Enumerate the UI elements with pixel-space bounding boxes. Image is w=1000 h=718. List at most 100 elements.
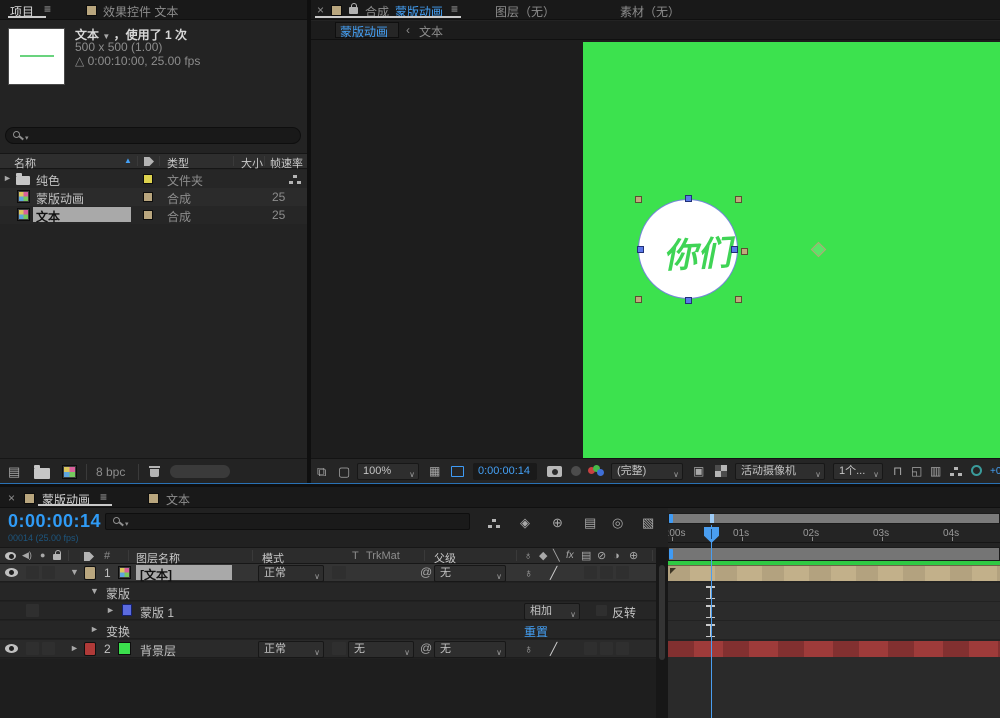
column-fps[interactable]: 帧速率 — [270, 155, 303, 171]
pickwhip-icon[interactable]: @ — [420, 642, 432, 654]
exposure-aperture-icon[interactable] — [971, 465, 982, 476]
column-size[interactable]: 大小 — [241, 155, 263, 171]
flowchart-icon[interactable] — [950, 467, 962, 477]
close-icon[interactable]: × — [8, 491, 15, 505]
bit-depth-button[interactable]: 8 bpc — [96, 465, 125, 479]
selection-handle[interactable] — [741, 248, 748, 255]
trkmat-box[interactable] — [332, 566, 346, 579]
switch-box[interactable] — [584, 566, 597, 579]
label-color-swatch[interactable] — [143, 174, 153, 184]
crumb-layer[interactable]: 文本 — [419, 23, 443, 40]
view-layout-dropdown[interactable]: 1个... ∨ — [833, 463, 883, 480]
switch-box[interactable] — [616, 642, 629, 655]
exposure-reset-icon[interactable]: ◱ — [911, 465, 922, 477]
mask-color-swatch[interactable] — [122, 604, 132, 616]
frame-blending-icon[interactable]: ▤ — [584, 516, 596, 529]
masks-group-label[interactable]: 蒙版 — [106, 585, 130, 602]
transparency-grid-icon[interactable] — [715, 465, 727, 477]
timeline-search-input[interactable]: ▾ — [105, 513, 470, 530]
row-name[interactable]: 纯色 — [36, 172, 60, 189]
label-color-swatch[interactable] — [143, 192, 153, 202]
column-name[interactable]: 名称 — [14, 155, 36, 171]
twirl-right-icon[interactable]: ► — [70, 644, 79, 653]
trkmat-box[interactable] — [332, 642, 346, 655]
playhead-line[interactable] — [711, 525, 712, 718]
shy-switch[interactable]: ♁ — [524, 643, 533, 655]
mask-vertex-handle[interactable] — [685, 195, 692, 202]
quality-switch[interactable]: ╱ — [550, 567, 557, 579]
tab-timeline-text[interactable]: 文本 — [166, 491, 190, 508]
hide-shy-layers-icon[interactable]: ⊕ — [552, 516, 563, 529]
viewer-canvas[interactable]: 你们 — [311, 40, 1000, 458]
timeline-scrollbar[interactable] — [656, 547, 668, 718]
switch-box[interactable] — [42, 566, 55, 579]
work-area-bar-2[interactable] — [668, 547, 1000, 561]
parent-dropdown[interactable]: 无 ∨ — [434, 641, 506, 658]
grid-guides-icon[interactable]: ▦ — [429, 465, 440, 477]
layer-2-duration-bar[interactable] — [668, 641, 1000, 657]
panel-menu-icon[interactable]: ≡ — [44, 3, 51, 15]
mask-vertex-handle[interactable] — [637, 246, 644, 253]
switch-box[interactable] — [26, 604, 39, 617]
lock-icon[interactable] — [349, 3, 358, 14]
parent-dropdown[interactable]: 无 ∨ — [434, 565, 506, 582]
graph-editor-icon[interactable]: ▧ — [642, 516, 654, 529]
column-type[interactable]: 类型 — [167, 155, 189, 171]
label-column-icon[interactable] — [144, 157, 154, 166]
tab-layer[interactable]: 图层（无） — [495, 3, 555, 20]
visibility-eye-icon[interactable] — [5, 644, 18, 653]
visibility-eye-icon[interactable] — [5, 568, 18, 577]
trash-icon[interactable] — [149, 466, 160, 477]
region-of-interest-icon[interactable] — [451, 466, 464, 477]
shy-switch[interactable]: ♁ — [524, 567, 533, 579]
selection-handle[interactable] — [735, 196, 742, 203]
transform-label[interactable]: 变换 — [106, 623, 130, 640]
project-search-input[interactable]: ▾ — [5, 127, 301, 144]
switch-box[interactable] — [616, 566, 629, 579]
monitor-icon[interactable]: ▢ — [338, 465, 350, 478]
layer-name[interactable]: 背景层 — [140, 642, 176, 659]
crumb-comp[interactable]: 蒙版动画 — [340, 23, 388, 40]
switch-box[interactable] — [26, 566, 39, 579]
selection-handle[interactable] — [735, 296, 742, 303]
new-folder-icon[interactable] — [34, 465, 50, 479]
layer-row-1[interactable]: ▼ 1 [文本] 正常 ∨ @ 无 ∨ ♁ ╱ — [0, 564, 662, 582]
reset-link[interactable]: 重置 — [524, 623, 548, 640]
close-icon[interactable]: × — [317, 3, 324, 17]
trkmat-dropdown[interactable]: 无 ∨ — [348, 641, 414, 658]
composition-mini-flowchart-icon[interactable] — [488, 519, 500, 529]
selection-handle[interactable] — [635, 196, 642, 203]
flowchart-icon[interactable] — [289, 175, 301, 185]
blend-mode-dropdown[interactable]: 正常 ∨ — [258, 641, 324, 658]
histogram-icon[interactable]: ▥ — [930, 465, 941, 477]
magnification-dropdown[interactable]: 100% ∨ — [357, 463, 419, 480]
snapshot-camera-icon[interactable] — [547, 466, 562, 477]
draft-3d-icon[interactable]: ◈ — [520, 516, 530, 529]
sort-asc-icon[interactable]: ▲ — [124, 156, 132, 165]
switch-box[interactable] — [26, 642, 39, 655]
tab-effect-controls[interactable]: 效果控件 文本 — [103, 3, 178, 20]
twirl-right-icon[interactable]: ► — [90, 625, 99, 634]
column-t[interactable]: T — [352, 550, 359, 562]
mask-1-row[interactable]: ► 蒙版 1 相加 ∨ 反转 — [0, 602, 662, 620]
channel-rgb-icon[interactable] — [588, 465, 604, 477]
switch-box[interactable] — [42, 642, 55, 655]
timeline-track-area[interactable]: 0:00s 01s 02s 03s 04s — [668, 508, 1000, 718]
camera-dropdown[interactable]: 活动摄像机 ∨ — [735, 463, 825, 480]
viewer-timecode[interactable]: 0:00:00:14 — [478, 465, 530, 477]
switch-box[interactable] — [584, 642, 597, 655]
layer-name[interactable]: [文本] — [140, 566, 172, 583]
label-color-swatch[interactable] — [143, 210, 153, 220]
layer-label-chip[interactable] — [84, 642, 96, 656]
timecode-main[interactable]: 0:00:00:14 — [8, 511, 101, 532]
table-row-selected[interactable]: 文本 合成 25 — [0, 206, 307, 224]
exposure-value[interactable]: +0 — [990, 466, 1000, 477]
current-time-display[interactable]: 0:00:00:14 00014 (25.00 fps) — [8, 511, 101, 543]
layer-1-duration-bar[interactable] — [668, 565, 1000, 581]
layer-label-chip[interactable] — [84, 566, 96, 580]
mask-vertex-handle[interactable] — [731, 246, 738, 253]
work-area-handle[interactable] — [669, 549, 673, 559]
row-name[interactable]: 蒙版动画 — [36, 190, 84, 207]
twirl-right-icon[interactable]: ► — [106, 606, 115, 615]
tab-footage[interactable]: 素材（无） — [620, 3, 680, 20]
